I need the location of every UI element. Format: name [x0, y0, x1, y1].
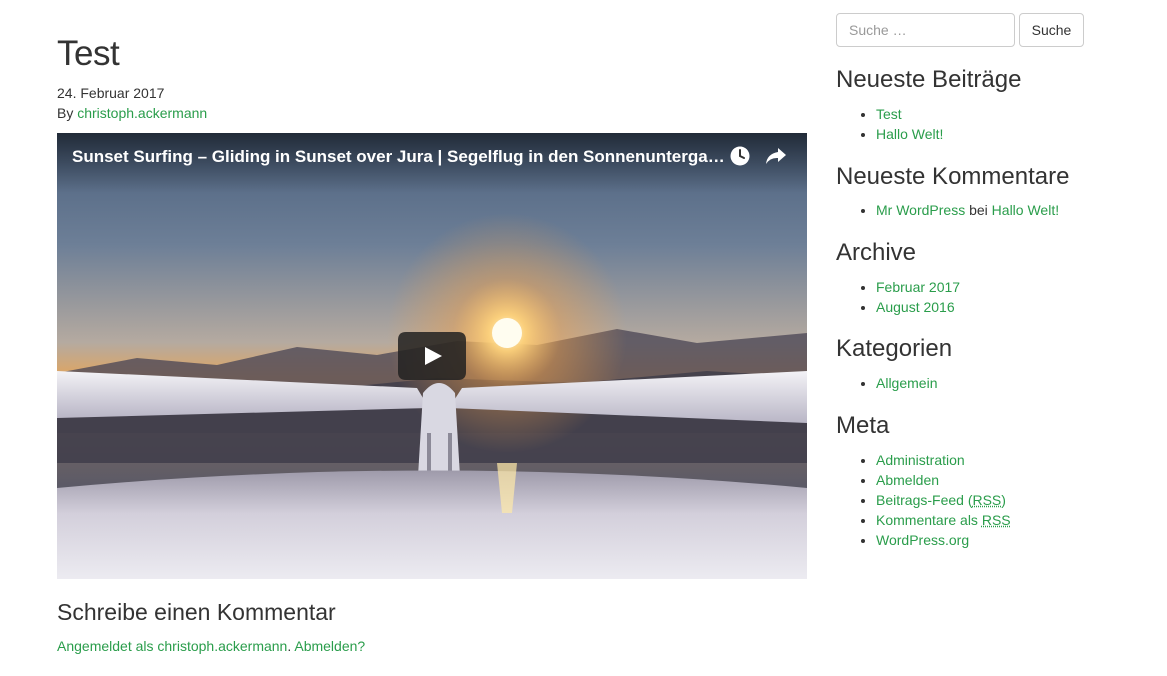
- post-byline: By christoph.ackermann: [57, 105, 207, 121]
- category-link[interactable]: Allgemein: [876, 375, 937, 391]
- admin-link[interactable]: Administration: [876, 452, 965, 468]
- list-item: Hallo Welt!: [876, 124, 943, 144]
- list-item: Abmelden: [876, 470, 1011, 490]
- list-item: Mr WordPress bei Hallo Welt!: [876, 200, 1059, 220]
- recent-post-link[interactable]: Test: [876, 106, 902, 122]
- recent-posts-list: Test Hallo Welt!: [876, 104, 943, 144]
- entries-feed-link[interactable]: Beitrags-Feed (RSS): [876, 492, 1006, 508]
- list-item: Kommentare als RSS: [876, 510, 1011, 530]
- entries-rss-abbr: RSS: [972, 492, 1002, 508]
- archive-link[interactable]: Februar 2017: [876, 279, 960, 295]
- entries-feed-close: ): [1001, 492, 1006, 508]
- wordpress-org-link[interactable]: WordPress.org: [876, 532, 969, 548]
- recent-comments-title: Neueste Kommentare: [836, 163, 1070, 190]
- embedded-video[interactable]: Sunset Surfing – Gliding in Sunset over …: [57, 133, 807, 579]
- play-icon[interactable]: [398, 332, 466, 380]
- comment-post-link[interactable]: Hallo Welt!: [992, 202, 1059, 218]
- logout-link[interactable]: Abmelden: [876, 472, 939, 488]
- clock-icon[interactable]: [730, 146, 750, 166]
- list-item: Beitrags-Feed (RSS): [876, 490, 1011, 510]
- post-title: Test: [57, 34, 120, 73]
- list-item: WordPress.org: [876, 530, 1011, 550]
- recent-post-link[interactable]: Hallo Welt!: [876, 126, 943, 142]
- comments-rss-abbr: RSS: [981, 512, 1011, 528]
- logged-in-notice: Angemeldet als christoph.ackermann. Abme…: [57, 638, 365, 654]
- archive-list: Februar 2017 August 2016: [876, 277, 960, 317]
- categories-list: Allgemein: [876, 373, 937, 393]
- share-icon[interactable]: [765, 146, 787, 166]
- recent-posts-title: Neueste Beiträge: [836, 66, 1022, 93]
- entries-feed-label: Beitrags-Feed (: [876, 492, 973, 508]
- list-item: Administration: [876, 450, 1011, 470]
- comment-connector: bei: [969, 202, 988, 218]
- list-item: Allgemein: [876, 373, 937, 393]
- comments-feed-link[interactable]: Kommentare als RSS: [876, 512, 1011, 528]
- meta-title: Meta: [836, 412, 890, 439]
- post-date: 24. Februar 2017: [57, 85, 165, 101]
- video-title[interactable]: Sunset Surfing – Gliding in Sunset over …: [72, 147, 732, 167]
- search-input[interactable]: [836, 13, 1015, 47]
- meta-list: Administration Abmelden Beitrags-Feed (R…: [876, 450, 1011, 550]
- author-link[interactable]: christoph.ackermann: [77, 105, 207, 121]
- comments-feed-label: Kommentare als: [876, 512, 982, 528]
- search-button[interactable]: Suche: [1019, 13, 1084, 47]
- archive-title: Archive: [836, 239, 917, 266]
- comment-form-title: Schreibe einen Kommentar: [57, 599, 336, 625]
- list-item: August 2016: [876, 297, 960, 317]
- logged-in-separator: .: [287, 638, 292, 654]
- comment-author-link[interactable]: Mr WordPress: [876, 202, 965, 218]
- list-item: Test: [876, 104, 943, 124]
- byline-prefix: By: [57, 105, 74, 121]
- logged-in-profile-link[interactable]: Angemeldet als christoph.ackermann: [57, 638, 287, 654]
- archive-link[interactable]: August 2016: [876, 299, 955, 315]
- comment-logout-link[interactable]: Abmelden?: [294, 638, 365, 654]
- list-item: Februar 2017: [876, 277, 960, 297]
- recent-comments-list: Mr WordPress bei Hallo Welt!: [876, 200, 1059, 220]
- categories-title: Kategorien: [836, 335, 953, 362]
